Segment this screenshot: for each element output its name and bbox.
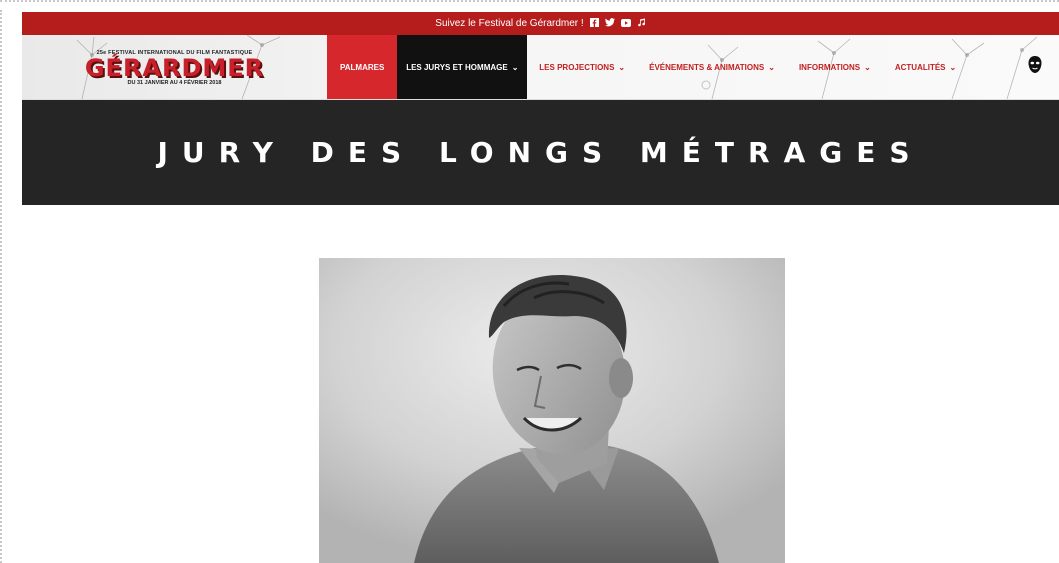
mask-icon[interactable] [1027,55,1043,75]
facebook-icon[interactable] [589,18,599,29]
site-header: 25e FESTIVAL INTERNATIONAL DU FILM FANTA… [22,35,1059,100]
announcement-bar: Suivez le Festival de Gérardmer ! [22,12,1059,35]
festival-logo[interactable]: 25e FESTIVAL INTERNATIONAL DU FILM FANTA… [22,35,327,99]
nav-item-label: LES JURYS ET HOMMAGE [406,62,508,72]
jury-member-photo [319,258,785,563]
nav-item-informations[interactable]: INFORMATIONS ⌄ [787,35,883,99]
nav-item-label: LES PROJECTIONS [539,62,615,72]
nav-item-label: INFORMATIONS [798,62,861,72]
nav-item-evenements[interactable]: ÉVÉNEMENTS & ANIMATIONS ⌄ [637,35,787,99]
social-links [589,18,646,29]
nav-item-jurys[interactable]: LES JURYS ET HOMMAGE ⌄ [397,35,528,99]
logo-title: GÉRARDMER [84,54,265,82]
chevron-down-icon: ⌄ [511,62,519,72]
nav-item-label: ÉVÉNEMENTS & ANIMATIONS [649,62,765,72]
chevron-down-icon: ⌄ [768,62,775,72]
twitter-icon[interactable] [604,18,615,29]
nav-item-actualites[interactable]: ACTUALITÉS ⌄ [883,35,968,99]
logo-dates: DU 31 JANVIER AU 4 FÉVRIER 2018 [127,80,222,86]
chevron-down-icon: ⌄ [618,62,626,72]
page-edge-top [0,0,1059,10]
portrait-illustration [319,258,785,563]
nav-item-projections[interactable]: LES PROJECTIONS ⌄ [527,35,637,99]
announcement-text: Suivez le Festival de Gérardmer ! [435,18,584,29]
page-title: JURY DES LONGS MÉTRAGES [157,136,924,169]
page-title-banner: JURY DES LONGS MÉTRAGES [22,100,1059,205]
music-icon[interactable] [637,18,646,29]
chevron-down-icon: ⌄ [949,62,957,72]
nav-item-label: ACTUALITÉS [894,62,946,72]
main-nav: PALMARES LES JURYS ET HOMMAGE ⌄ LES PROJ… [327,35,1059,99]
chevron-down-icon: ⌄ [864,62,871,72]
nav-item-palmares[interactable]: PALMARES [327,35,398,99]
youtube-icon[interactable] [620,18,631,29]
page: Suivez le Festival de Gérardmer ! 25e FE… [22,12,1059,563]
nav-item-label: PALMARES [340,62,385,72]
page-edge-left [0,10,10,563]
